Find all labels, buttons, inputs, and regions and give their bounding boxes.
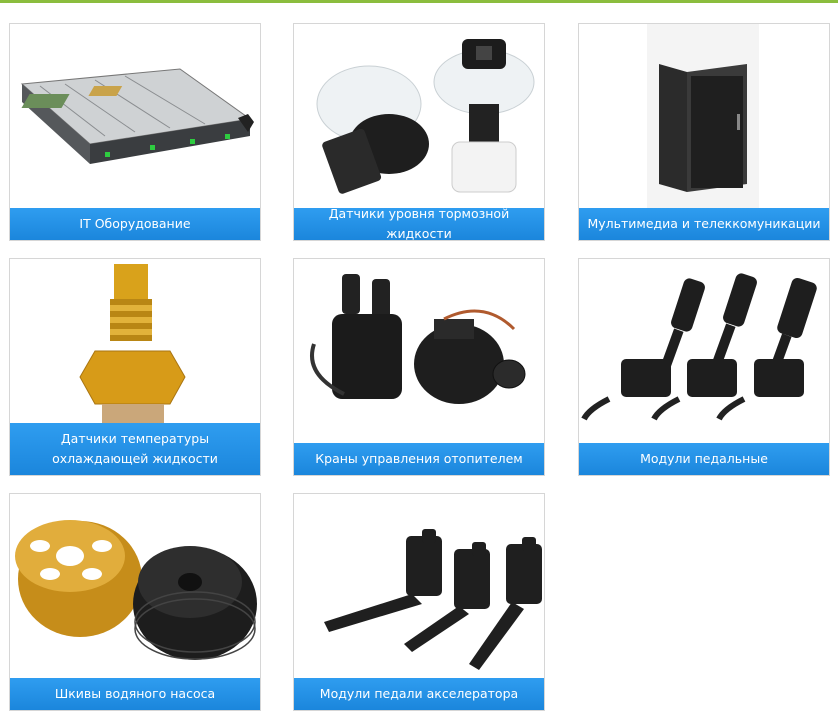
- category-card-multimedia-telecom[interactable]: Мультимедиа и телеккомуникации: [578, 23, 830, 241]
- server-rack-image: [10, 24, 260, 210]
- category-card-coolant-temp-sensors[interactable]: Датчики температуры охлаждающей жидкости: [9, 258, 261, 476]
- category-card-heater-valves[interactable]: Краны управления отопителем: [293, 258, 545, 476]
- top-accent-bar: [0, 0, 838, 3]
- category-card-it-equipment[interactable]: IT Оборудование: [9, 23, 261, 241]
- coolant-temperature-sensor-image: [10, 259, 260, 445]
- category-label: Модули педальные: [579, 443, 829, 475]
- category-label: Модули педали акселератора: [294, 678, 544, 710]
- category-label: Краны управления отопителем: [294, 443, 544, 475]
- category-label: Датчики температуры охлаждающей жидкости: [10, 423, 260, 475]
- brake-fluid-sensor-image: [294, 24, 544, 210]
- category-label: IT Оборудование: [10, 208, 260, 240]
- category-card-brake-fluid-sensors[interactable]: Датчики уровня тормозной жидкости: [293, 23, 545, 241]
- telecom-cabinet-image: [579, 24, 829, 210]
- category-label: Шкивы водяного насоса: [10, 678, 260, 710]
- heater-valve-image: [294, 259, 544, 445]
- category-card-water-pump-pulleys[interactable]: Шкивы водяного насоса: [9, 493, 261, 711]
- category-label: Мультимедиа и телеккомуникации: [579, 208, 829, 240]
- accelerator-pedal-module-image: [294, 494, 544, 680]
- water-pump-pulley-image: [10, 494, 260, 680]
- pedal-module-image: [579, 259, 829, 445]
- category-label: Датчики уровня тормозной жидкости: [294, 206, 544, 240]
- category-card-accelerator-pedal-modules[interactable]: Модули педали акселератора: [293, 493, 545, 711]
- category-card-pedal-modules[interactable]: Модули педальные: [578, 258, 830, 476]
